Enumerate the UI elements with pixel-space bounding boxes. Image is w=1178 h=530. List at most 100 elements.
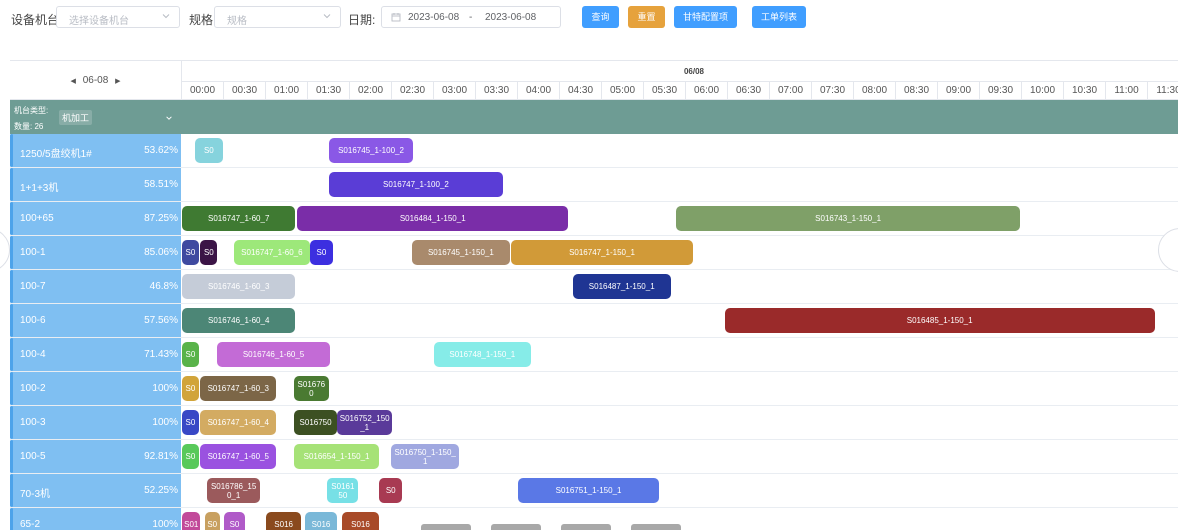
task-bar[interactable]: S016485_1-150_1 <box>724 308 1155 333</box>
filter-bar: 设备机台 选择设备机台 规格 规格 日期: 2023-06-08 - 2023-… <box>0 0 1178 36</box>
task-bar[interactable]: S016743_1-150_1 <box>675 206 1021 231</box>
machine-utilization: 58.51% <box>144 179 178 190</box>
task-bar[interactable]: S016747_1-60_6 <box>234 240 310 265</box>
time-tick: 05:30 <box>644 82 686 101</box>
time-tick: 11:30 <box>1148 82 1178 101</box>
task-bar[interactable]: S0 <box>379 478 403 503</box>
task-bar[interactable]: S016 <box>266 512 302 530</box>
machine-cell[interactable]: 100-3 100% <box>10 406 181 439</box>
time-tick: 09:30 <box>980 82 1022 101</box>
time-tick: 11:00 <box>1106 82 1148 101</box>
machine-cell[interactable]: 100-6 57.56% <box>10 304 181 337</box>
task-bar[interactable]: S0 <box>194 138 224 163</box>
machine-cell[interactable]: 100-2 100% <box>10 372 181 405</box>
machine-cell[interactable]: 100-7 46.8% <box>10 270 181 303</box>
machine-cell[interactable]: 100+65 87.25% <box>10 202 181 235</box>
task-bar[interactable]: S016747_1-100_2 <box>329 172 503 197</box>
machine-cell[interactable]: 70-3机 52.25% <box>10 474 181 507</box>
machine-row: 100-2 100% S0 S016747_1-60_3 S016760 <box>10 372 1178 406</box>
task-bar[interactable]: S0 <box>309 240 334 265</box>
task-bar[interactable]: S016487_1-150_1 <box>572 274 671 299</box>
task-bar[interactable]: S016748_1-150_1 <box>434 342 531 367</box>
task-bar[interactable]: S016760 <box>293 376 329 401</box>
task-bar[interactable]: S016 <box>304 512 338 530</box>
date-range-picker[interactable]: 2023-06-08 - 2023-06-08 <box>381 6 561 28</box>
chevron-down-icon <box>323 14 331 19</box>
work-order-list-button[interactable]: 工单列表 <box>752 6 806 28</box>
task-bar[interactable]: S016747_1-60_3 <box>200 376 277 401</box>
machine-utilization: 85.06% <box>144 247 178 258</box>
task-bar[interactable]: S016 <box>341 512 380 530</box>
time-tick: 05:00 <box>602 82 644 101</box>
machine-cell[interactable]: 65-2 100% <box>10 508 181 530</box>
task-bar[interactable]: S0 <box>182 342 199 367</box>
time-tick: 10:00 <box>1022 82 1064 101</box>
machine-utilization: 100% <box>152 519 178 530</box>
task-bar[interactable]: S016750 <box>293 410 338 435</box>
machine-utilization: 87.25% <box>144 213 178 224</box>
time-tick: 01:00 <box>266 82 308 101</box>
time-tick: 06:30 <box>728 82 770 101</box>
task-bar[interactable]: S016786_150_1 <box>207 478 261 503</box>
ghost-tab <box>491 524 541 530</box>
task-bar[interactable]: S016745_1-100_2 <box>329 138 413 163</box>
task-bar[interactable]: S016750_1-150_1 <box>391 444 460 469</box>
task-bar[interactable]: S0 <box>200 240 218 265</box>
task-bar[interactable]: S016747_1-60_4 <box>200 410 277 435</box>
query-button[interactable]: 查询 <box>582 6 619 28</box>
chevron-down-icon <box>166 116 172 120</box>
prev-day-icon[interactable]: ◀ <box>67 78 80 85</box>
task-bar[interactable]: S01 <box>182 512 201 530</box>
task-bar[interactable]: S016746_1-60_5 <box>217 342 330 367</box>
task-bar[interactable]: S016746_1-60_4 <box>182 308 296 333</box>
machine-select[interactable]: 选择设备机台 <box>56 6 180 28</box>
time-tick: 07:00 <box>770 82 812 101</box>
task-bar[interactable]: S0 <box>182 410 199 435</box>
machine-cell[interactable]: 100-4 71.43% <box>10 338 181 371</box>
day-header: 06/08 <box>683 67 705 76</box>
task-bar[interactable]: S0 <box>204 512 220 530</box>
machine-row: 100-5 92.81% S0 S016747_1-60_5 S016654_1-150… <box>10 440 1178 474</box>
task-bar[interactable]: S016484_1-150_1 <box>297 206 569 231</box>
next-day-icon[interactable]: ▶ <box>111 78 124 85</box>
machine-cell[interactable]: 1250/5盘绞机1# 53.62% <box>10 134 181 167</box>
machine-utilization: 92.81% <box>144 451 178 462</box>
machine-row: 100-1 85.06% S0 S0 S016747_1-60_6 S0 S016745_1… <box>10 236 1178 270</box>
machine-cell[interactable]: 1+1+3机 58.51% <box>10 168 181 201</box>
task-bar[interactable]: S016747_1-60_7 <box>182 206 296 231</box>
ghost-tab <box>561 524 611 530</box>
machine-count: 数量: 26 <box>14 122 44 131</box>
scroll-left-button[interactable] <box>0 228 10 272</box>
task-bar[interactable]: S0 <box>224 512 245 530</box>
task-bar[interactable]: S016654_1-150_1 <box>293 444 380 469</box>
task-bar[interactable]: S016751_1-150_1 <box>518 478 660 503</box>
reset-button[interactable]: 重置 <box>628 6 665 28</box>
task-bar[interactable]: S016747_1-150_1 <box>511 240 693 265</box>
machine-name: 1+1+3机 <box>20 183 59 194</box>
task-bar[interactable]: S016746_1-60_3 <box>182 274 296 299</box>
ghost-tab <box>421 524 471 530</box>
time-tick: 10:30 <box>1064 82 1106 101</box>
machine-cell[interactable]: 100-1 85.06% <box>10 236 181 269</box>
time-tick: 02:00 <box>350 82 392 101</box>
date-end: 2023-06-08 <box>485 12 537 23</box>
machine-cell[interactable]: 100-5 92.81% <box>10 440 181 473</box>
task-bar[interactable]: S0 <box>182 376 199 401</box>
machine-select-placeholder: 选择设备机台 <box>69 16 129 27</box>
task-bar[interactable]: S0 <box>182 240 199 265</box>
task-bar[interactable]: S016745_1-150_1 <box>412 240 510 265</box>
gantt-config-button[interactable]: 甘特配置项 <box>674 6 737 28</box>
machine-name: 70-3机 <box>20 489 51 500</box>
time-tick: 09:00 <box>938 82 980 101</box>
time-tick: 00:30 <box>224 82 266 101</box>
time-tick: 00:00 <box>182 82 224 101</box>
machine-type-filter[interactable]: 机台类型: 数量: 26 机加工 <box>12 101 179 133</box>
date-filter-label: 日期: <box>348 13 376 27</box>
task-bar[interactable]: S016150 <box>327 478 359 503</box>
task-bar[interactable]: S016747_1-60_5 <box>200 444 277 469</box>
task-bar[interactable]: S016752_150_1 <box>337 410 392 435</box>
task-bar[interactable]: S0 <box>182 444 199 469</box>
machine-row: 100+65 87.25% S016747_1-60_7 S016484_1-150_… <box>10 202 1178 236</box>
spec-select[interactable]: 规格 <box>214 6 341 28</box>
ghost-tab <box>631 524 681 530</box>
